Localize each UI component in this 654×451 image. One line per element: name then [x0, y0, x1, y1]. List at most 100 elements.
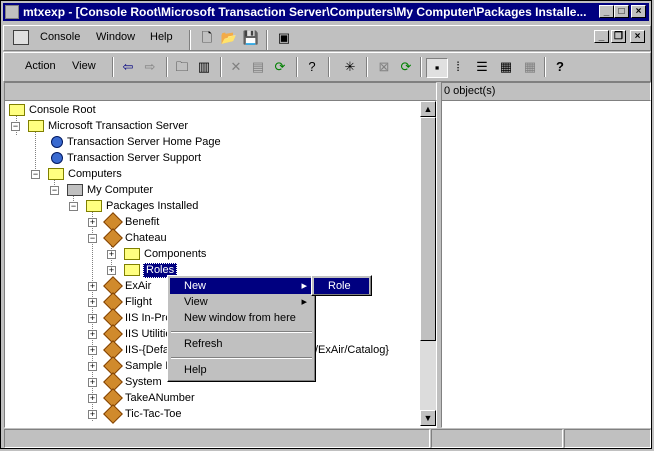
action-menu[interactable]: Action — [25, 60, 56, 72]
menu-console[interactable]: Console — [40, 31, 80, 43]
expand-icon[interactable]: + — [88, 394, 97, 403]
stop-icon[interactable]: ⊠ — [374, 58, 394, 76]
expand-icon[interactable]: + — [88, 330, 97, 339]
large-icons-view-icon[interactable]: ▪ — [426, 58, 448, 78]
context-item-label: New window from here — [184, 312, 296, 324]
tree-item-label: Chateau — [125, 232, 167, 244]
new-window-icon[interactable]: ▣ — [274, 29, 294, 47]
expand-icon[interactable]: + — [88, 298, 97, 307]
console-menu-icon — [13, 30, 29, 45]
properties-icon[interactable]: ▤ — [248, 58, 268, 76]
separator — [266, 30, 268, 50]
collapse-icon[interactable]: − — [11, 122, 20, 131]
folder-icon — [86, 200, 102, 212]
submenu-item-role[interactable]: Role — [314, 278, 369, 294]
new-document-icon[interactable]: 🗋 — [197, 29, 217, 47]
save-icon[interactable]: 💾 — [241, 29, 261, 47]
tree-item-label: Benefit — [125, 216, 160, 228]
list-view-icon[interactable]: ☰ — [472, 58, 492, 76]
context-item-label: View — [184, 296, 208, 308]
small-icons-view-icon[interactable]: ⁞ — [448, 58, 468, 76]
menu-help[interactable]: Help — [150, 31, 173, 43]
collapse-icon[interactable]: − — [50, 186, 59, 195]
expand-icon[interactable]: + — [88, 362, 97, 371]
whats-this-help-icon[interactable]: ? — [550, 58, 570, 76]
view-menu[interactable]: View — [72, 60, 96, 72]
tree-item-label: IIS In-Pro — [125, 312, 172, 324]
globe-icon — [51, 152, 63, 164]
mdi-close-button[interactable]: × — [630, 30, 645, 43]
refresh-icon[interactable]: ⟳ — [270, 58, 290, 76]
delete-icon[interactable]: ✕ — [226, 58, 246, 76]
scroll-down-button[interactable]: ▼ — [420, 410, 436, 426]
folder-icon — [124, 264, 140, 276]
tree-item-label: My Computer — [87, 184, 154, 196]
show-tree-icon[interactable]: ▥ — [194, 58, 214, 76]
collapse-icon[interactable]: − — [69, 202, 78, 211]
expand-icon[interactable]: + — [88, 282, 97, 291]
tree-item-label: IIS Utilitie — [125, 328, 172, 340]
result-pane[interactable] — [441, 100, 651, 428]
collapse-icon[interactable]: − — [31, 170, 40, 179]
separator — [189, 30, 191, 50]
context-item-new-window[interactable]: New window from here — [170, 310, 313, 326]
tree-item-label: IIS-{Defa — [125, 344, 170, 356]
context-item-refresh[interactable]: Refresh — [170, 336, 313, 352]
package-icon — [103, 404, 123, 424]
tree-header — [4, 82, 437, 101]
new-item-icon[interactable]: ✳ — [340, 58, 360, 76]
toolbar: Action View ⇦ ⇨ 🗀 ▥ ✕ ▤ ⟳ ? ✳ ⊠ ⟳ ▪ ⁞ ☰ … — [3, 52, 651, 82]
scroll-up-button[interactable]: ▲ — [420, 101, 436, 117]
title-bar[interactable]: mtxexp - [Console Root\Microsoft Transac… — [3, 3, 649, 21]
submenu-arrow-icon: ▸ — [301, 296, 307, 308]
submenu-arrow-icon: ▸ — [301, 280, 307, 292]
status-panel-3 — [564, 429, 651, 448]
open-folder-icon[interactable]: 📂 — [219, 29, 239, 47]
collapse-icon[interactable]: − — [88, 234, 97, 243]
menu-bar: Console Window Help 🗋 📂 💾 ▣ _ ❐ × — [3, 25, 651, 51]
expand-icon[interactable]: + — [88, 314, 97, 323]
tree-line — [35, 131, 36, 169]
scroll-thumb[interactable] — [420, 117, 436, 341]
tree-item-label-suffix: /ExAir/Catalog} — [315, 344, 389, 356]
tree-item-label: TakeANumber — [125, 392, 195, 404]
package-icon — [103, 228, 123, 248]
separator — [220, 57, 222, 77]
back-arrow-icon[interactable]: ⇦ — [118, 58, 138, 76]
folder-icon — [124, 248, 140, 260]
separator — [420, 57, 422, 77]
details-view-icon[interactable]: ▦ — [496, 58, 516, 76]
help-book-icon[interactable]: ? — [302, 58, 322, 76]
mdi-minimize-button[interactable]: _ — [594, 30, 609, 43]
maximize-button[interactable]: □ — [614, 5, 629, 18]
expand-icon[interactable]: + — [88, 346, 97, 355]
folder-icon — [48, 168, 64, 180]
close-button[interactable]: × — [631, 5, 646, 18]
menu-window[interactable]: Window — [96, 31, 135, 43]
up-folder-icon[interactable]: 🗀 — [172, 58, 192, 76]
tree-item-label: Transaction Server Support — [67, 152, 202, 164]
tree-item-label: System — [125, 376, 162, 388]
expand-icon[interactable]: + — [107, 266, 116, 275]
tree-item-label: ExAir — [125, 280, 152, 292]
context-item-help[interactable]: Help — [170, 362, 313, 378]
refresh-all-icon[interactable]: ⟳ — [396, 58, 416, 76]
context-item-view[interactable]: View ▸ — [170, 294, 313, 310]
app-icon — [5, 5, 19, 19]
expand-icon[interactable]: + — [88, 378, 97, 387]
context-item-label: New — [184, 280, 207, 292]
computer-icon — [67, 184, 83, 196]
tree-item-label: Tic-Tac-Toe — [125, 408, 182, 420]
tree-item-label: Transaction Server Home Page — [67, 136, 221, 148]
context-item-new[interactable]: New ▸ — [170, 278, 313, 294]
globe-icon — [51, 136, 63, 148]
expand-icon[interactable]: + — [88, 218, 97, 227]
forward-arrow-icon[interactable]: ⇨ — [140, 58, 160, 76]
minimize-button[interactable]: _ — [599, 5, 614, 18]
object-count: 0 object(s) — [444, 85, 496, 97]
mdi-restore-button[interactable]: ❐ — [611, 30, 626, 43]
tree-scrollbar[interactable]: ▲ ▼ — [420, 101, 436, 426]
expand-icon[interactable]: + — [107, 250, 116, 259]
expand-icon[interactable]: + — [88, 410, 97, 419]
property-view-icon[interactable]: ▦ — [520, 58, 540, 76]
